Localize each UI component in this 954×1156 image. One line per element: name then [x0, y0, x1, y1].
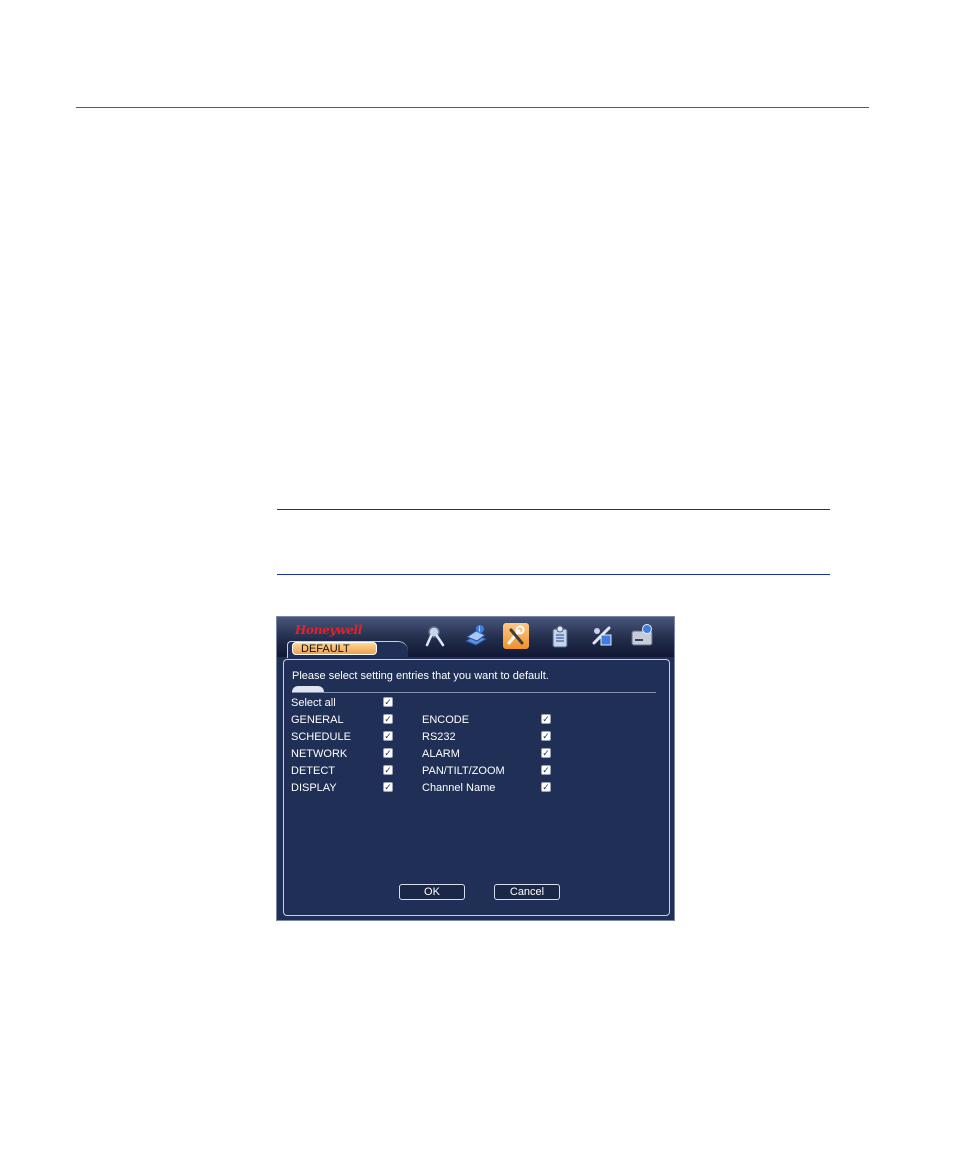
- general-checkbox[interactable]: ✓: [383, 714, 393, 724]
- instruction-text: Please select setting entries that you w…: [292, 670, 549, 682]
- svg-text:i: i: [479, 626, 481, 634]
- search-icon[interactable]: [423, 623, 449, 649]
- alarm-checkbox[interactable]: ✓: [541, 748, 551, 758]
- display-checkbox[interactable]: ✓: [383, 782, 393, 792]
- note-top-rule: [277, 509, 830, 510]
- detect-label: DETECT: [291, 765, 335, 777]
- general-label: GENERAL: [291, 714, 344, 726]
- disk-icon[interactable]: [629, 623, 655, 649]
- tools-icon[interactable]: [503, 623, 529, 649]
- brand-logo: Honeywell: [295, 623, 363, 637]
- tab-default[interactable]: DEFAULT: [292, 642, 377, 655]
- channel-name-label: Channel Name: [422, 782, 496, 794]
- rs232-checkbox[interactable]: ✓: [541, 731, 551, 741]
- note-bottom-rule: [277, 574, 830, 575]
- select-all-checkbox[interactable]: ✓: [383, 697, 393, 707]
- select-all-label: Select all: [291, 697, 336, 709]
- ptz-label: PAN/TILT/ZOOM: [422, 765, 505, 777]
- content-panel: Please select setting entries that you w…: [283, 659, 670, 916]
- display-label: DISPLAY: [291, 782, 337, 794]
- encode-label: ENCODE: [422, 714, 470, 726]
- rs232-label: RS232: [422, 731, 456, 743]
- default-settings-window: Honeywell i DEFAULT Please select settin…: [276, 616, 675, 921]
- network-label: NETWORK: [291, 748, 348, 760]
- schedule-label: SCHEDULE: [291, 731, 351, 743]
- alarm-label: ALARM: [422, 748, 460, 760]
- schedule-checkbox[interactable]: ✓: [383, 731, 393, 741]
- channel-name-checkbox[interactable]: ✓: [541, 782, 551, 792]
- encode-checkbox[interactable]: ✓: [541, 714, 551, 724]
- cancel-button[interactable]: Cancel: [494, 884, 560, 900]
- ok-button[interactable]: OK: [399, 884, 465, 900]
- users-icon[interactable]: [547, 623, 573, 649]
- divider: [292, 692, 656, 693]
- info-book-icon[interactable]: i: [463, 623, 489, 649]
- header-rule: [76, 107, 869, 108]
- detect-checkbox[interactable]: ✓: [383, 765, 393, 775]
- network-checkbox[interactable]: ✓: [383, 748, 393, 758]
- ptz-checkbox[interactable]: ✓: [541, 765, 551, 775]
- advanced-icon[interactable]: [589, 623, 615, 649]
